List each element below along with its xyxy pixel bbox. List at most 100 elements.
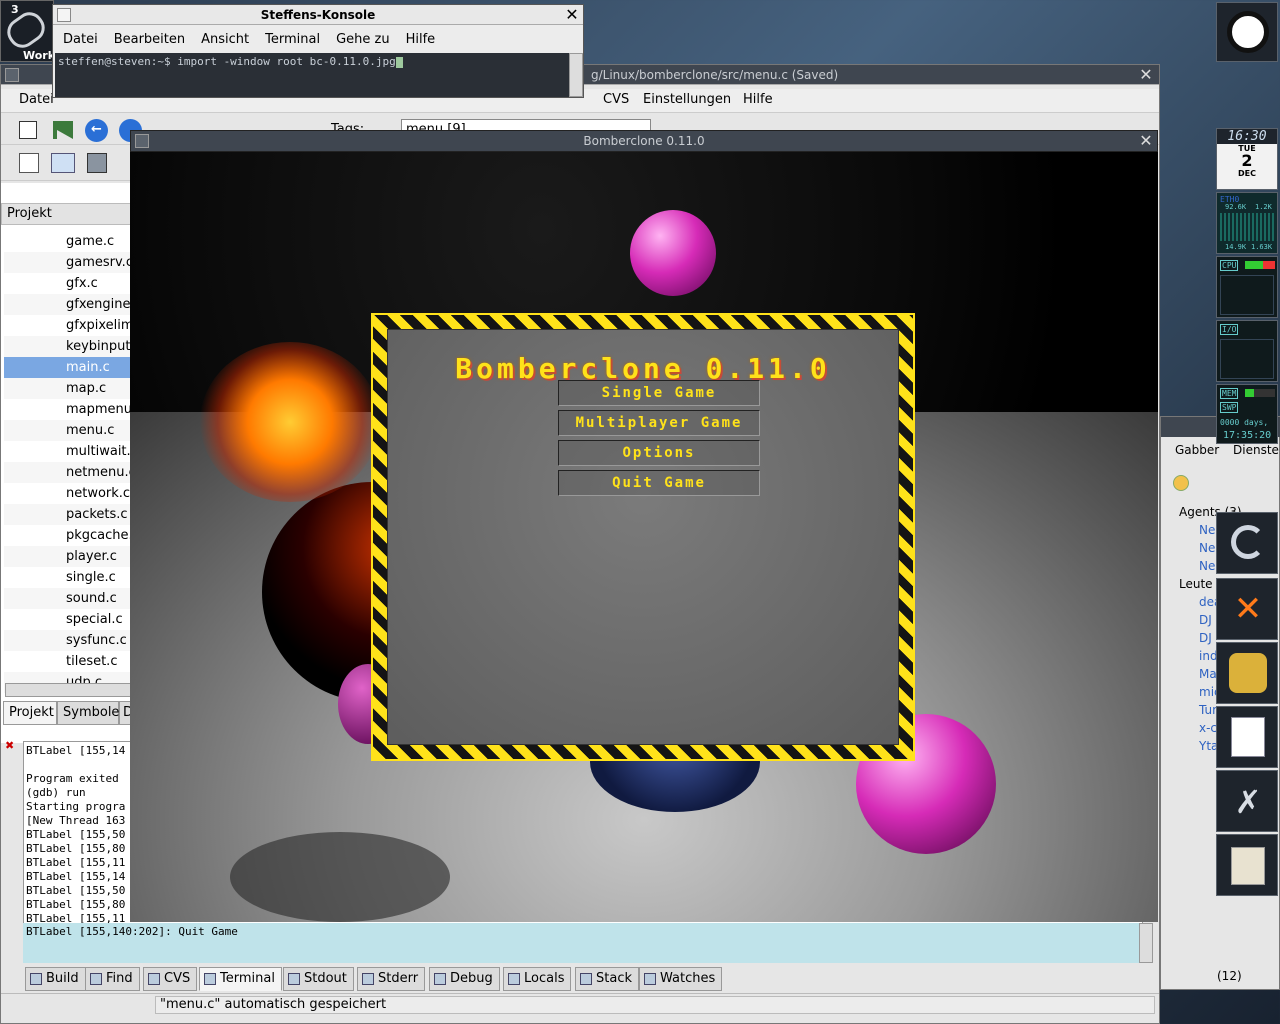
bottom-tab-terminal[interactable]: Terminal — [199, 967, 282, 991]
bottom-tab-stderr[interactable]: Stderr — [357, 967, 426, 991]
bottom-tab-build[interactable]: Build — [25, 967, 86, 991]
people-header[interactable]: Leute ( — [1179, 577, 1221, 591]
file-item[interactable]: special.c — [4, 609, 131, 630]
close-icon[interactable]: ✕ — [563, 6, 581, 24]
multiplayer-game-button[interactable]: Multiplayer Game — [558, 410, 760, 436]
status-icon[interactable] — [1173, 475, 1189, 491]
bottom-tab-watches[interactable]: Watches — [639, 967, 723, 991]
paperclip-icon — [1, 6, 51, 54]
dock-binary[interactable] — [1216, 706, 1278, 768]
agent-item[interactable]: Ne — [1199, 523, 1215, 537]
dock-cpu: CPU — [1216, 256, 1278, 318]
editor-icon — [1231, 847, 1265, 885]
dock-io: I/O — [1216, 320, 1278, 382]
dock-editor[interactable] — [1216, 834, 1278, 896]
file-item[interactable]: player.c — [4, 546, 131, 567]
contact-item[interactable]: ind — [1199, 649, 1218, 663]
agent-item[interactable]: Ne — [1199, 541, 1215, 555]
close-icon[interactable]: ✕ — [1137, 66, 1155, 84]
dock-tools[interactable]: ✗ — [1216, 770, 1278, 832]
konsole-menu-item[interactable]: Terminal — [257, 29, 328, 51]
contact-item[interactable]: DJ — [1199, 613, 1212, 627]
window-menu-button[interactable] — [5, 68, 19, 82]
file-item[interactable]: gfxengine.c — [4, 294, 131, 315]
dock-gimp[interactable] — [1216, 512, 1278, 574]
new-file-icon[interactable] — [19, 153, 39, 173]
bottom-tab-cvs[interactable]: CVS — [143, 967, 198, 991]
output-line: BTLabel [155,80 — [26, 898, 126, 911]
gabber-tab[interactable]: Gabber — [1175, 443, 1219, 457]
dock-clock[interactable]: 16:30 TUE 2 DEC — [1216, 128, 1278, 190]
agent-item[interactable]: Ne — [1199, 559, 1215, 573]
window-menu-button[interactable] — [57, 8, 71, 22]
menu-hilfe[interactable]: Hilfe — [735, 89, 781, 111]
bottom-tab-stack[interactable]: Stack — [575, 967, 639, 991]
cpu-bar — [1245, 261, 1275, 269]
file-item[interactable]: pkgcache.c — [4, 525, 131, 546]
konsole-terminal[interactable]: steffen@steven:~$ import -window root bc… — [55, 53, 569, 97]
menu-einstellungen[interactable]: Einstellungen — [635, 89, 739, 111]
dock-xchat[interactable]: ✕ — [1216, 578, 1278, 640]
back-icon[interactable]: ← — [85, 119, 108, 142]
save-icon[interactable] — [87, 153, 107, 173]
build-icon — [30, 973, 42, 985]
open-file-icon[interactable] — [51, 153, 75, 173]
file-item[interactable]: tileset.c — [4, 651, 131, 672]
file-item[interactable]: menu.c — [4, 420, 131, 441]
file-item[interactable]: gfxpixelimage.c — [4, 315, 131, 336]
contact-item[interactable]: Ma — [1199, 667, 1217, 681]
bottom-tab-find[interactable]: Find — [85, 967, 140, 991]
left-tab-projekt[interactable]: Projekt — [3, 701, 57, 725]
output-line: BTLabel [155,50 — [26, 884, 126, 897]
h-scrollbar[interactable] — [5, 683, 131, 697]
file-item[interactable]: network.c — [4, 483, 131, 504]
file-item[interactable]: multiwait.c — [4, 441, 131, 462]
konsole-menu-item[interactable]: Gehe zu — [328, 29, 398, 51]
dock-app3[interactable] — [1216, 642, 1278, 704]
menu-cvs[interactable]: CVS — [595, 89, 637, 111]
file-item[interactable]: gfx.c — [4, 273, 131, 294]
file-item[interactable]: sound.c — [4, 588, 131, 609]
bottom-tab-locals[interactable]: Locals — [503, 967, 572, 991]
output-line: BTLabel [155,80 — [26, 842, 126, 855]
konsole-menu-item[interactable]: Bearbeiten — [106, 29, 193, 51]
contact-item[interactable]: DJ — [1199, 631, 1212, 645]
konsole-titlebar[interactable]: Steffens-Konsole ✕ — [53, 5, 583, 25]
konsole-menu-item[interactable]: Ansicht — [193, 29, 257, 51]
file-item[interactable]: single.c — [4, 567, 131, 588]
output-line: (gdb) run — [26, 786, 86, 799]
file-item[interactable]: keybinput.c — [4, 336, 131, 357]
file-item[interactable]: map.c — [4, 378, 131, 399]
dock-logo[interactable] — [1216, 2, 1278, 62]
file-item[interactable]: gamesrv.c — [4, 252, 131, 273]
file-item[interactable]: mapmenu.c — [4, 399, 131, 420]
workspace-badge[interactable]: 3 Work — [0, 0, 55, 62]
first-icon[interactable] — [53, 121, 73, 139]
konsole-scrollbar[interactable] — [569, 53, 583, 97]
konsole-menu-item[interactable]: Datei — [55, 29, 106, 51]
close-output-icon[interactable]: ✖ — [5, 739, 17, 752]
shadow — [230, 832, 450, 922]
contact-item[interactable]: x-c — [1199, 721, 1217, 735]
file-item[interactable]: sysfunc.c — [4, 630, 131, 651]
project-icon[interactable] — [19, 121, 37, 139]
bottom-tab-debug[interactable]: Debug — [429, 967, 500, 991]
file-item[interactable]: game.c — [4, 231, 131, 252]
dienste-tab[interactable]: Dienste — [1233, 443, 1279, 457]
clock-time: 16:30 — [1217, 129, 1277, 144]
file-item[interactable]: main.c — [4, 357, 131, 378]
left-tab-symbole[interactable]: Symbole — [57, 701, 119, 725]
output-line: BTLabel [155,11 — [26, 856, 126, 869]
quit-game-button[interactable]: Quit Game — [558, 470, 760, 496]
terminal-scrollbar[interactable] — [1139, 923, 1153, 963]
file-item[interactable]: netmenu.c — [4, 462, 131, 483]
options-button[interactable]: Options — [558, 440, 760, 466]
bottom-tab-stdout[interactable]: Stdout — [283, 967, 354, 991]
contact-item[interactable]: Tur — [1199, 703, 1217, 717]
file-item[interactable]: packets.c — [4, 504, 131, 525]
project-header[interactable]: Projekt — [1, 203, 131, 225]
konsole-menu-item[interactable]: Hilfe — [398, 29, 444, 51]
single-game-button[interactable]: Single Game — [558, 380, 760, 406]
tab-label: Debug — [450, 971, 493, 986]
close-icon[interactable]: ✕ — [1137, 132, 1155, 150]
